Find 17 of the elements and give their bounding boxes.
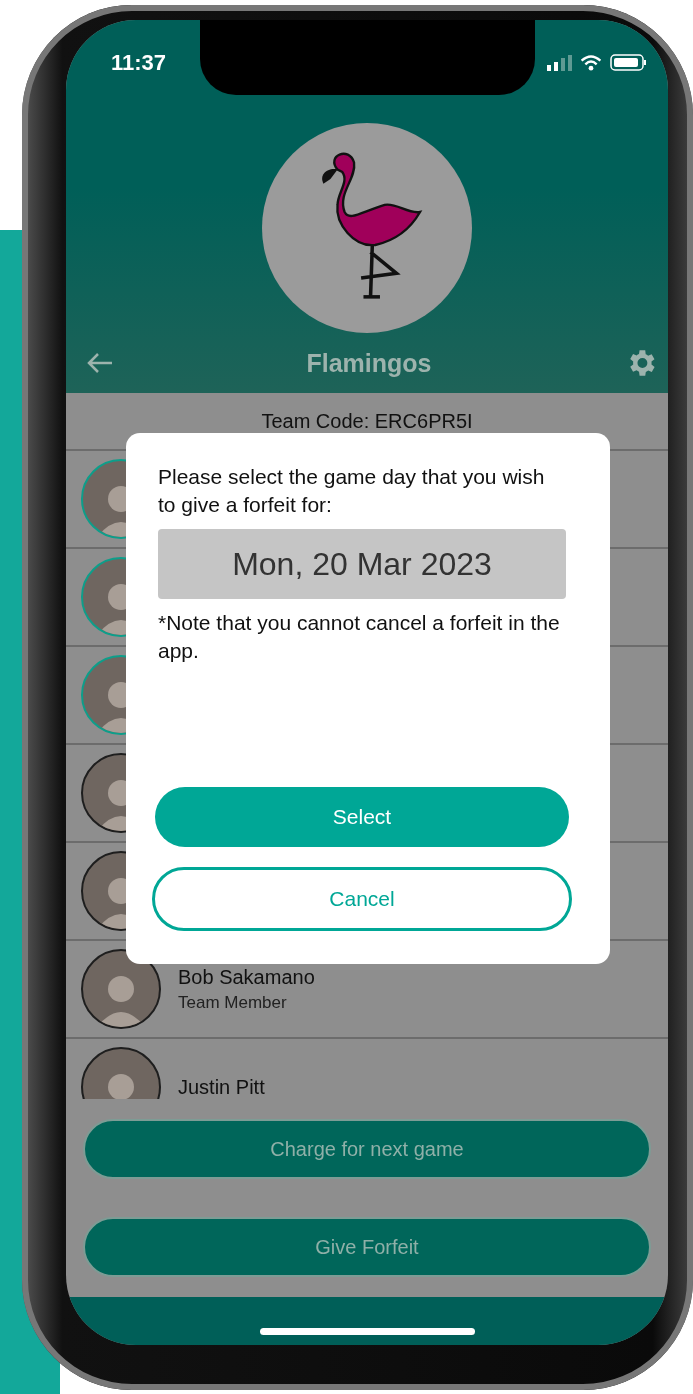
member-name: Justin Pitt bbox=[178, 1075, 265, 1099]
member-role: Team Member bbox=[178, 992, 288, 1013]
dialog-message: Please select the game day that you wish to give a forfeit for: bbox=[158, 464, 546, 518]
wifi-icon bbox=[580, 54, 602, 71]
status-time: 11:37 bbox=[111, 49, 167, 76]
select-button[interactable]: Select bbox=[155, 787, 569, 847]
cancel-button[interactable]: Cancel bbox=[152, 867, 572, 931]
team-name: Flamingos bbox=[306, 348, 432, 378]
action-button[interactable]: Give Forfeit bbox=[83, 1217, 651, 1277]
team-code: Team Code: ERC6PR5I bbox=[261, 409, 473, 433]
date-picker[interactable]: Mon, 20 Mar 2023 bbox=[158, 529, 566, 599]
battery-icon bbox=[610, 54, 646, 71]
member-name: Bob Sakamano bbox=[178, 965, 315, 989]
dialog-note: *Note that you cannot cancel a forfeit in the app. bbox=[158, 610, 561, 664]
action-button[interactable]: Charge for next game bbox=[83, 1119, 651, 1179]
signal-icon bbox=[547, 54, 572, 71]
back-arrow-icon[interactable] bbox=[86, 351, 114, 375]
